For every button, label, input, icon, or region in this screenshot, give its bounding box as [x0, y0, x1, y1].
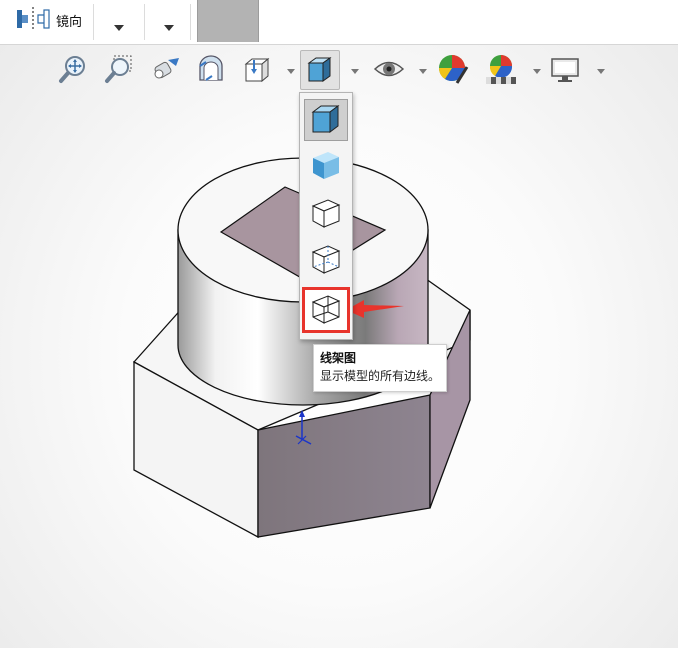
- wireframe-icon: [309, 292, 343, 329]
- shaded-with-edges-icon: [309, 102, 343, 139]
- hide-show-dropdown[interactable]: [418, 67, 428, 75]
- section-view-icon: [196, 54, 226, 87]
- hidden-lines-visible-option[interactable]: [304, 239, 348, 281]
- apply-scene-icon: [484, 53, 518, 88]
- view-settings-button[interactable]: [546, 50, 584, 90]
- zoom-to-fit-icon: [58, 54, 88, 87]
- display-style-flyout: [299, 92, 353, 340]
- edit-appearance-icon: [437, 53, 469, 88]
- display-style-button[interactable]: [300, 50, 340, 90]
- view-settings-dropdown[interactable]: [596, 67, 606, 75]
- wireframe-option[interactable]: [302, 287, 350, 333]
- shaded-option[interactable]: [304, 145, 348, 187]
- zoom-to-area-icon: [104, 54, 134, 87]
- chevron-down-icon: [351, 68, 359, 74]
- chevron-down-icon: [287, 68, 295, 74]
- hidden-lines-removed-icon: [309, 196, 343, 233]
- zoom-to-fit-button[interactable]: [54, 50, 92, 90]
- tooltip-description: 显示模型的所有边线。: [320, 369, 441, 383]
- view-orientation-icon: [242, 54, 272, 87]
- previous-view-icon: [149, 54, 181, 87]
- zoom-to-area-button[interactable]: [100, 50, 138, 90]
- apply-scene-dropdown[interactable]: [532, 67, 542, 75]
- apply-scene-button[interactable]: [482, 50, 520, 90]
- hidden-lines-visible-icon: [309, 242, 343, 279]
- chevron-down-icon: [419, 68, 427, 74]
- view-orientation-button[interactable]: [238, 50, 276, 90]
- chevron-down-icon: [533, 68, 541, 74]
- view-settings-icon: [549, 54, 581, 87]
- hide-show-items-button[interactable]: [370, 50, 408, 90]
- display-style-icon: [305, 54, 335, 87]
- shaded-with-edges-option[interactable]: [304, 99, 348, 141]
- previous-view-button[interactable]: [146, 50, 184, 90]
- edit-appearance-button[interactable]: [434, 50, 472, 90]
- view-orientation-dropdown[interactable]: [286, 67, 296, 75]
- section-view-button[interactable]: [192, 50, 230, 90]
- chevron-down-icon: [597, 68, 605, 74]
- wireframe-tooltip: 线架图 显示模型的所有边线。: [313, 344, 447, 392]
- hide-show-items-icon: [373, 54, 405, 87]
- hidden-lines-removed-option[interactable]: [304, 193, 348, 235]
- display-style-dropdown[interactable]: [350, 67, 360, 75]
- tooltip-title: 线架图: [320, 351, 357, 365]
- shaded-icon: [309, 148, 343, 185]
